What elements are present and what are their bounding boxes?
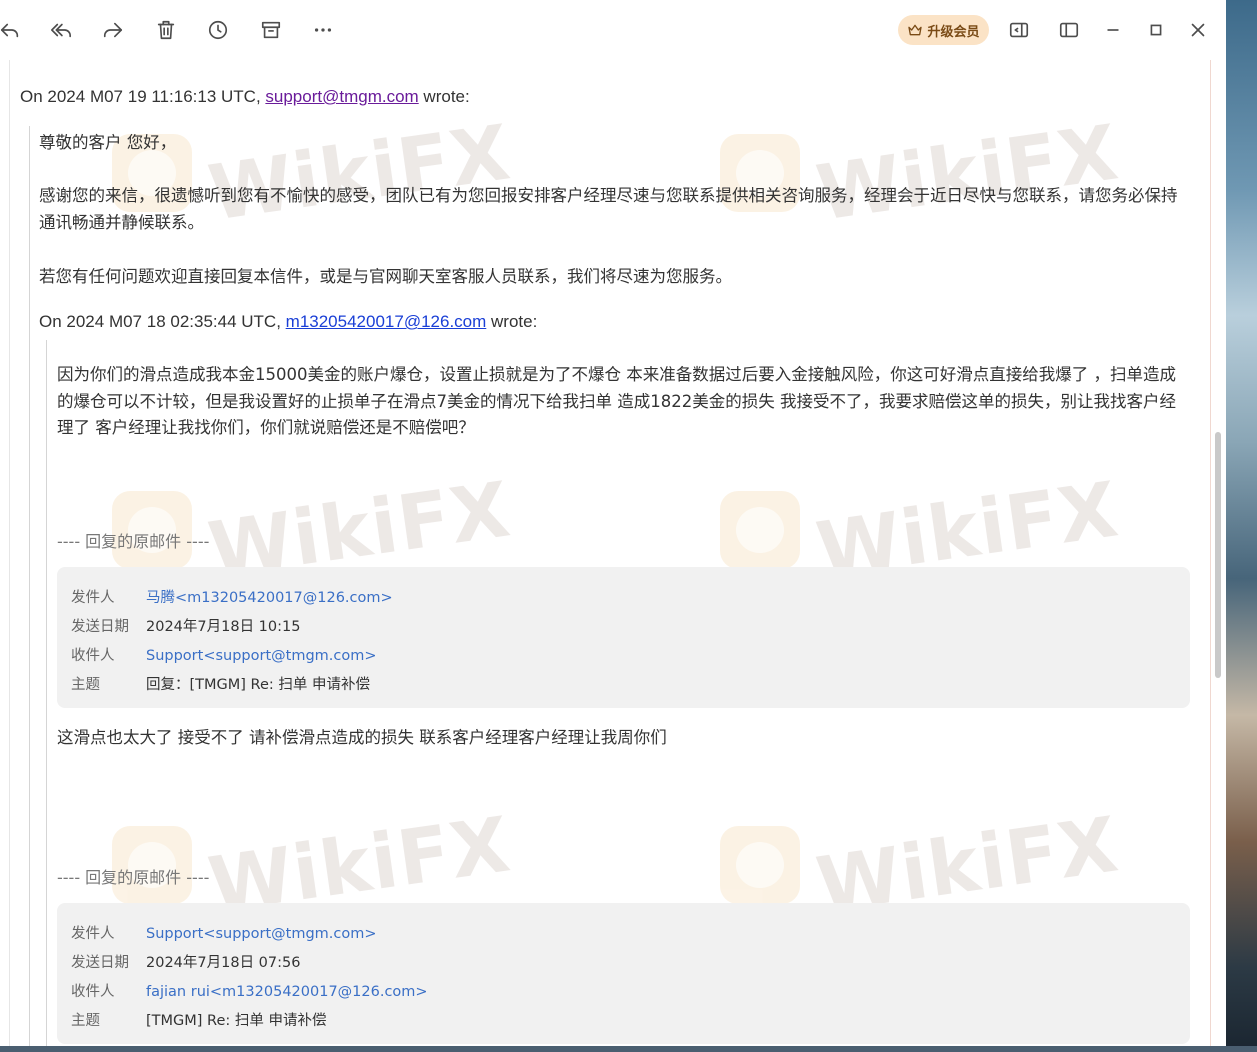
desktop-wallpaper xyxy=(1226,0,1257,1052)
original-mail-separator-2: ---- 回复的原邮件 ---- xyxy=(57,868,210,887)
archive-icon[interactable] xyxy=(255,14,287,46)
quote-bar xyxy=(29,126,30,1046)
toolbar: 升级会员 xyxy=(0,0,1226,60)
header-date: 发送日期 2024年7月18日 07:56 xyxy=(71,955,301,971)
quote-attribution: On 2024 M07 19 11:16:13 UTC, support@tmg… xyxy=(20,87,470,106)
reply-body: 感谢您的来信，很遗憾听到您有不愉快的感受，团队已有为您回报安排客户经理尽速与您联… xyxy=(39,186,1178,232)
sidebar-left-icon[interactable] xyxy=(1003,14,1035,46)
header-subject: 主题 回复：[TMGM] Re: 扫单 申请补偿 xyxy=(71,677,370,693)
email-window: 升级会员 WikiFX WikiFX WikiFX WikiFX WikiFX … xyxy=(0,0,1226,1046)
watermark: WikiFX xyxy=(720,464,1124,595)
mail-header-box-2: 发件人 Support<support@tmgm.com> 发送日期 2024年7月… xyxy=(57,903,1190,1044)
maximize-icon[interactable] xyxy=(1140,14,1172,46)
reply-body-2: 若您有任何问题欢迎直接回复本信件，或是与官网聊天室客服人员联系，我们将尽速为您服… xyxy=(39,267,732,286)
header-subject: 主题 [TMGM] Re: 扫单 申请补偿 xyxy=(71,1013,327,1029)
scrollbar-thumb[interactable] xyxy=(1215,432,1221,678)
sender-email-link[interactable]: support@tmgm.com xyxy=(265,87,418,106)
customer-email-link[interactable]: m13205420017@126.com xyxy=(286,312,487,331)
header-from: 发件人 马腾<m13205420017@126.com> xyxy=(71,590,393,606)
header-from: 发件人 Support<support@tmgm.com> xyxy=(71,926,377,942)
header-to: 收件人 fajian rui<m13205420017@126.com> xyxy=(71,984,428,1000)
left-rule xyxy=(9,60,10,1046)
upgrade-label: 升级会员 xyxy=(927,24,980,40)
wikifx-logo-icon xyxy=(720,490,800,569)
minimize-icon[interactable] xyxy=(1097,14,1129,46)
reply-all-icon[interactable] xyxy=(45,14,77,46)
wikifx-logo-icon xyxy=(720,825,800,904)
quote-bar-2 xyxy=(46,340,47,1046)
mail-header-box: 发件人 马腾<m13205420017@126.com> 发送日期 2024年7月1… xyxy=(57,567,1190,708)
more-icon[interactable] xyxy=(307,14,339,46)
watermark: WikiFX xyxy=(720,799,1124,930)
email-body: WikiFX WikiFX WikiFX WikiFX WikiFX WikiF… xyxy=(0,60,1210,1046)
header-to: 收件人 Support<support@tmgm.com> xyxy=(71,648,377,664)
crown-icon xyxy=(908,24,923,36)
header-date: 发送日期 2024年7月18日 10:15 xyxy=(71,619,301,635)
original-mail-separator: ---- 回复的原邮件 ---- xyxy=(57,532,210,551)
taskbar-edge xyxy=(0,1046,1257,1052)
sidebar-right-icon[interactable] xyxy=(1053,14,1085,46)
greeting: 尊敬的客户 您好， xyxy=(39,133,177,152)
message-text: 这滑点也太大了 接受不了 请补偿滑点造成的损失 联系客户经理客户经理让我周你们 xyxy=(57,728,667,747)
close-icon[interactable] xyxy=(1182,14,1214,46)
pane-divider xyxy=(1210,60,1211,1046)
forward-icon[interactable] xyxy=(97,14,129,46)
upgrade-member-button[interactable]: 升级会员 xyxy=(898,15,989,45)
clock-icon[interactable] xyxy=(202,14,234,46)
reply-icon[interactable] xyxy=(0,14,26,46)
complaint-text: 因为你们的滑点造成我本金15000美金的账户爆仓，设置止损就是为了不爆仓 本来准… xyxy=(57,365,1176,437)
trash-icon[interactable] xyxy=(150,14,182,46)
quote-attribution-2: On 2024 M07 18 02:35:44 UTC, m1320542001… xyxy=(39,312,538,331)
